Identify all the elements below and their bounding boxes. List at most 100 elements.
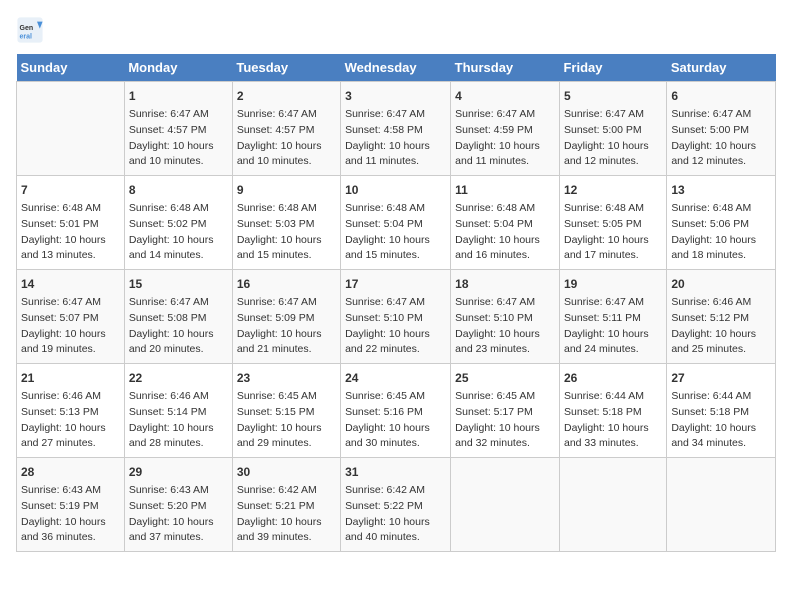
day-number: 21 [21,369,120,387]
cell-line: Daylight: 10 hours [21,233,120,249]
calendar-week-row: 28Sunrise: 6:43 AMSunset: 5:19 PMDayligh… [17,458,776,552]
calendar-cell: 27Sunrise: 6:44 AMSunset: 5:18 PMDayligh… [667,364,776,458]
cell-line: Sunrise: 6:47 AM [671,107,771,123]
cell-line: Sunset: 5:02 PM [129,217,228,233]
calendar-cell: 31Sunrise: 6:42 AMSunset: 5:22 PMDayligh… [341,458,451,552]
cell-line: Daylight: 10 hours [564,233,662,249]
cell-line: Sunrise: 6:47 AM [237,295,336,311]
cell-line: Daylight: 10 hours [564,327,662,343]
calendar-week-row: 1Sunrise: 6:47 AMSunset: 4:57 PMDaylight… [17,82,776,176]
cell-line: Sunrise: 6:46 AM [671,295,771,311]
calendar-cell: 8Sunrise: 6:48 AMSunset: 5:02 PMDaylight… [124,176,232,270]
calendar-header-sunday: Sunday [17,54,125,82]
cell-line: Daylight: 10 hours [345,233,446,249]
cell-line: Sunrise: 6:45 AM [237,389,336,405]
cell-line: Sunrise: 6:48 AM [129,201,228,217]
cell-line: Sunset: 5:03 PM [237,217,336,233]
calendar-cell: 10Sunrise: 6:48 AMSunset: 5:04 PMDayligh… [341,176,451,270]
cell-line: Sunrise: 6:47 AM [345,107,446,123]
day-number: 24 [345,369,446,387]
cell-line: Daylight: 10 hours [455,421,555,437]
day-number: 25 [455,369,555,387]
cell-line: Daylight: 10 hours [21,421,120,437]
cell-line: Sunrise: 6:47 AM [564,107,662,123]
cell-line: and 33 minutes. [564,436,662,452]
calendar-cell: 24Sunrise: 6:45 AMSunset: 5:16 PMDayligh… [341,364,451,458]
cell-line: and 17 minutes. [564,248,662,264]
cell-line: Daylight: 10 hours [564,139,662,155]
cell-line: Sunset: 5:05 PM [564,217,662,233]
cell-line: Sunrise: 6:48 AM [671,201,771,217]
cell-line: Sunrise: 6:47 AM [129,295,228,311]
cell-line: Daylight: 10 hours [21,515,120,531]
cell-line: Sunset: 5:06 PM [671,217,771,233]
cell-line: Sunset: 5:00 PM [671,123,771,139]
cell-line: Sunrise: 6:45 AM [455,389,555,405]
cell-line: Sunrise: 6:48 AM [455,201,555,217]
cell-line: Daylight: 10 hours [345,327,446,343]
day-number: 5 [564,87,662,105]
calendar-cell: 3Sunrise: 6:47 AMSunset: 4:58 PMDaylight… [341,82,451,176]
day-number: 6 [671,87,771,105]
cell-line: Sunset: 5:11 PM [564,311,662,327]
cell-line: and 13 minutes. [21,248,120,264]
calendar-header-wednesday: Wednesday [341,54,451,82]
cell-line: Daylight: 10 hours [671,233,771,249]
cell-line: Daylight: 10 hours [455,139,555,155]
cell-line: Sunset: 5:21 PM [237,499,336,515]
cell-line: Daylight: 10 hours [129,233,228,249]
calendar-cell [559,458,666,552]
cell-line: Sunrise: 6:48 AM [21,201,120,217]
day-number: 22 [129,369,228,387]
calendar-cell: 6Sunrise: 6:47 AMSunset: 5:00 PMDaylight… [667,82,776,176]
cell-line: and 40 minutes. [345,530,446,546]
calendar-cell: 22Sunrise: 6:46 AMSunset: 5:14 PMDayligh… [124,364,232,458]
cell-line: Sunrise: 6:47 AM [455,107,555,123]
day-number: 19 [564,275,662,293]
calendar-header-saturday: Saturday [667,54,776,82]
day-number: 1 [129,87,228,105]
cell-line: Sunrise: 6:46 AM [129,389,228,405]
cell-line: Sunrise: 6:45 AM [345,389,446,405]
calendar-cell: 17 Sunrise: 6:47 AMSunset: 5:10 PMDayligh… [341,270,451,364]
cell-line: Sunrise: 6:44 AM [564,389,662,405]
cell-line: Sunset: 5:13 PM [21,405,120,421]
calendar-header-row: SundayMondayTuesdayWednesdayThursdayFrid… [17,54,776,82]
cell-line: Daylight: 10 hours [564,421,662,437]
cell-line: Sunset: 5:10 PM [345,311,446,327]
cell-line: Daylight: 10 hours [237,327,336,343]
cell-line: and 15 minutes. [237,248,336,264]
day-number: 29 [129,463,228,481]
cell-line: Sunrise: 6:42 AM [237,483,336,499]
calendar-cell: 15Sunrise: 6:47 AMSunset: 5:08 PMDayligh… [124,270,232,364]
cell-line: and 30 minutes. [345,436,446,452]
calendar-cell: 12Sunrise: 6:48 AMSunset: 5:05 PMDayligh… [559,176,666,270]
cell-line: Sunset: 5:15 PM [237,405,336,421]
cell-line: Sunrise: 6:48 AM [345,201,446,217]
day-number: 3 [345,87,446,105]
cell-line: Sunrise: 6:48 AM [564,201,662,217]
cell-line: Sunset: 5:04 PM [455,217,555,233]
day-number: 11 [455,181,555,199]
day-number: 20 [671,275,771,293]
day-number: 17 [345,275,446,293]
day-number: 28 [21,463,120,481]
calendar-cell: 26Sunrise: 6:44 AMSunset: 5:18 PMDayligh… [559,364,666,458]
calendar-header-thursday: Thursday [451,54,560,82]
cell-line: and 39 minutes. [237,530,336,546]
calendar-cell: 13Sunrise: 6:48 AMSunset: 5:06 PMDayligh… [667,176,776,270]
calendar-cell: 1Sunrise: 6:47 AMSunset: 4:57 PMDaylight… [124,82,232,176]
cell-line: and 11 minutes. [455,154,555,170]
cell-line: and 16 minutes. [455,248,555,264]
day-number: 9 [237,181,336,199]
cell-line: and 12 minutes. [564,154,662,170]
calendar-header-monday: Monday [124,54,232,82]
svg-text:Gen: Gen [20,25,34,32]
logo: Gen eral [16,16,48,44]
cell-line: and 19 minutes. [21,342,120,358]
cell-line: Sunset: 4:59 PM [455,123,555,139]
day-number: 15 [129,275,228,293]
cell-line: Sunset: 5:18 PM [671,405,771,421]
cell-line: Sunrise: 6:47 AM [345,295,446,311]
cell-line: and 25 minutes. [671,342,771,358]
